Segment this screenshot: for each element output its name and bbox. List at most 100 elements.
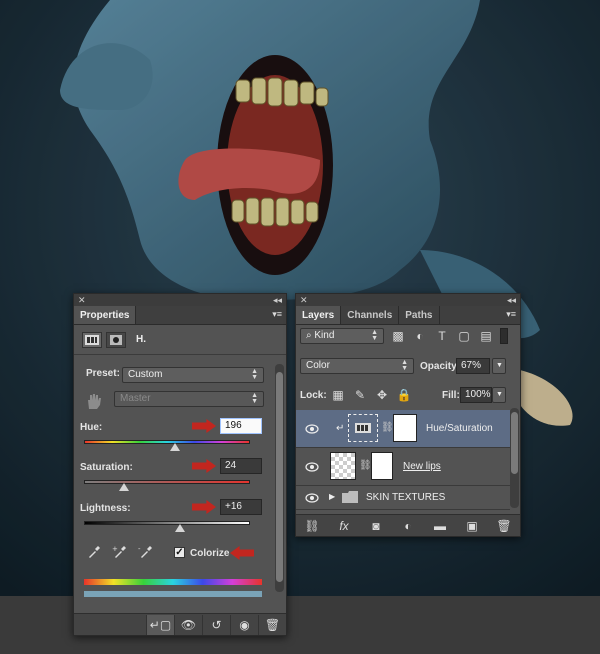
colorize-label: Colorize [190,548,230,559]
properties-panel: ✕ ◂◂ Properties ▾≡ H. Preset: Custom ▲ ▼ … [73,293,287,636]
red-arrow-annotation [192,500,216,514]
collapse-icon[interactable]: ◂◂ [273,295,282,306]
link-icon[interactable]: ⛓ [359,460,372,471]
hue-slider-thumb[interactable] [170,443,181,451]
filter-toggle-switch[interactable] [500,328,508,344]
colorize-checkbox[interactable]: ✓ [174,547,185,558]
mask-thumbnail[interactable] [371,452,393,480]
preset-select[interactable]: Custom ▲ ▼ [122,367,264,383]
eye-icon[interactable] [305,461,319,472]
properties-scrollbar[interactable] [275,364,284,592]
clip-indicator-icon: ↵ [336,423,345,434]
scrollbar-thumb[interactable] [276,372,283,582]
view-previous-icon[interactable]: 👁 [174,614,202,635]
svg-text:+: + [112,545,118,553]
adjustment-filter-icon[interactable]: ◐ [412,328,428,344]
layer-name[interactable]: Hue/Saturation [426,423,493,434]
lightness-input[interactable]: +16 [220,499,262,515]
trash-icon[interactable]: 🗑 [258,614,286,635]
tab-paths[interactable]: Paths [399,306,440,324]
tab-channels[interactable]: Channels [341,306,400,324]
layers-scrollbar[interactable] [510,408,519,508]
layer-row-skin-textures[interactable]: ▶ SKIN TEXTURES [296,486,510,510]
properties-tabrow: Properties ▾≡ [74,306,286,325]
layers-tabrow: Layers Channels Paths ▾≡ [296,306,520,325]
hue-label: Hue: [80,422,103,433]
targeted-adjustment-hand-icon[interactable] [84,392,104,410]
type-filter-icon[interactable]: T [434,328,450,344]
layer-name[interactable]: New lips [403,461,441,472]
eyedropper-plus-icon[interactable]: + [112,544,128,560]
lock-transparency-icon[interactable]: ▦ [330,387,346,403]
saturation-slider-thumb[interactable] [118,483,129,491]
select-arrows-icon: ▲ ▼ [401,359,408,372]
layer-row-hue-saturation[interactable]: ↵ ⛓ Hue/Saturation [296,410,510,448]
delete-layer-icon[interactable]: 🗑 [496,518,512,534]
adjustment-thumbnail[interactable] [348,414,378,442]
hue-slider-track[interactable] [84,440,250,444]
shape-filter-icon[interactable]: ▢ [456,328,472,344]
lock-all-icon[interactable]: 🔒 [396,387,412,403]
output-color-bar [84,591,262,597]
panel-menu-icon[interactable]: ▾≡ [506,309,516,320]
visibility-icon[interactable]: ◉ [230,614,258,635]
fill-input[interactable]: 100% [460,387,492,403]
hue-saturation-adjustment-icon[interactable] [82,331,102,348]
opacity-input[interactable]: 67% [456,358,490,374]
layer-mask-icon[interactable] [106,331,126,348]
saturation-slider-track[interactable] [84,480,250,484]
close-icon[interactable]: ✕ [78,295,86,306]
new-group-icon[interactable]: ▬ [432,518,448,534]
scrollbar-thumb[interactable] [511,412,518,474]
select-arrows-icon: ▲ ▼ [251,368,258,381]
collapse-icon[interactable]: ◂◂ [507,295,516,306]
panel-titlebar[interactable]: ✕ ◂◂ [74,294,286,306]
channel-value: Master [120,393,151,404]
eye-icon[interactable] [305,423,319,434]
fill-dropdown[interactable]: ▼ [492,387,506,403]
layer-name[interactable]: SKIN TEXTURES [366,492,445,503]
clip-to-layer-icon[interactable]: ↵▢ [146,614,174,635]
panel-menu-icon[interactable]: ▾≡ [272,309,282,320]
opacity-dropdown[interactable]: ▼ [492,358,506,374]
chevron-down-icon: ▼ [496,391,503,398]
reset-icon[interactable]: ↺ [202,614,230,635]
blend-mode-value: Color [306,360,330,371]
lock-pixels-icon[interactable]: ✎ [352,387,368,403]
lightness-slider-track[interactable] [84,521,250,525]
eye-icon[interactable] [305,492,319,503]
smart-object-filter-icon[interactable]: ▤ [478,328,494,344]
new-layer-icon[interactable]: ▣ [464,518,480,534]
add-mask-icon[interactable]: ◙ [368,518,384,534]
select-arrows-icon: ▲ ▼ [251,392,258,405]
link-icon[interactable]: ⛓ [381,422,394,433]
expand-triangle-icon[interactable]: ▶ [329,492,335,501]
tab-layers[interactable]: Layers [296,306,342,324]
opacity-label: Opacity: [420,361,461,372]
tab-properties[interactable]: Properties [74,306,137,324]
mask-thumbnail[interactable] [393,414,417,442]
eyedropper-icon[interactable] [86,544,102,560]
eyedropper-minus-icon[interactable]: - [138,544,154,560]
fx-button[interactable]: fx [336,518,352,534]
filter-kind-select[interactable]: ⌕ Kind ▲ ▼ [300,328,384,344]
lightness-slider-thumb[interactable] [175,524,186,532]
blend-mode-select[interactable]: Color ▲ ▼ [300,358,414,374]
new-adjustment-icon[interactable]: ◐ [400,518,416,534]
lock-label: Lock: [300,390,327,401]
panel-titlebar[interactable]: ✕ ◂◂ [296,294,520,306]
lock-position-icon[interactable]: ✥ [374,387,390,403]
link-layers-icon[interactable]: ⛓ [304,518,320,534]
channel-select[interactable]: Master ▲ ▼ [114,391,264,407]
search-icon: ⌕ [306,330,312,341]
close-icon[interactable]: ✕ [300,295,308,306]
properties-footer: ↵▢ 👁 ↺ ◉ 🗑 [74,613,286,635]
red-arrow-annotation [230,546,254,560]
saturation-input[interactable]: 24 [220,458,262,474]
layer-row-new-lips[interactable]: ⛓ New lips [296,448,510,486]
hue-input[interactable]: 196 [220,418,262,434]
layer-thumbnail[interactable] [330,452,356,480]
filter-kind-value: Kind [314,330,335,341]
red-arrow-annotation [192,459,216,473]
pixel-filter-icon[interactable]: ▩ [390,328,406,344]
